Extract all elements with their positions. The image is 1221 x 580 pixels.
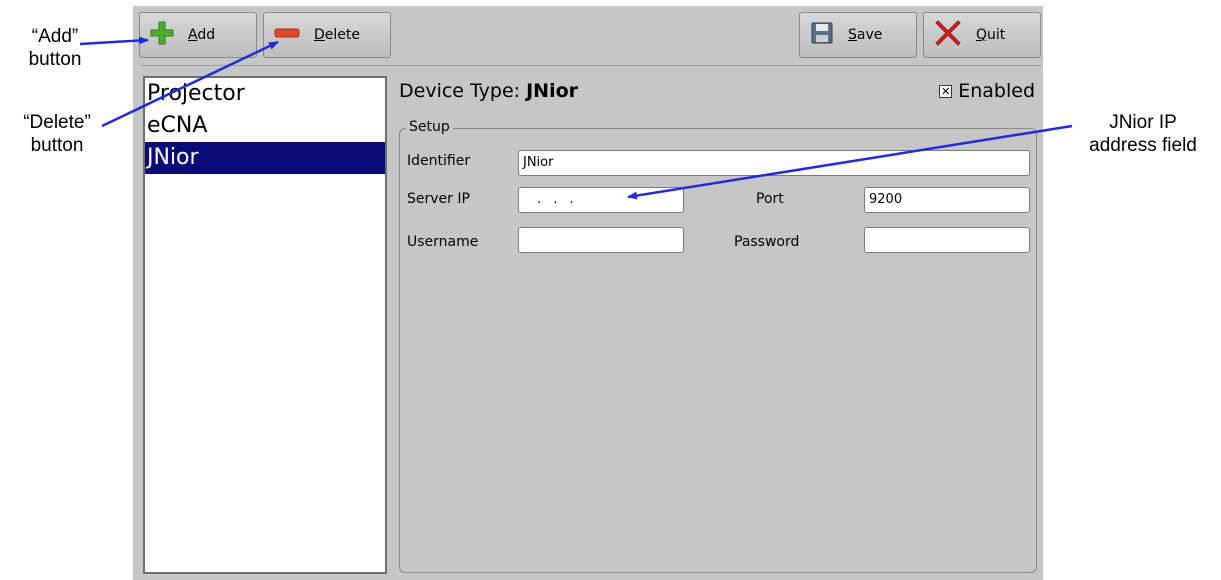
delete-callout: “Delete” button	[23, 112, 91, 156]
device-type: Device Type: JNior	[399, 80, 578, 102]
device-config-window: Add Delete Save Quit Projector eCNA JNio…	[133, 6, 1043, 580]
device-list[interactable]: Projector eCNA JNior	[143, 76, 387, 574]
device-item-ecna[interactable]: eCNA	[145, 110, 385, 142]
server-ip-field[interactable]: . . .	[518, 187, 684, 213]
add-button-label: Add	[188, 27, 216, 43]
port-label: Port	[756, 191, 784, 207]
identifier-label: Identifier	[407, 153, 471, 169]
server-ip-label: Server IP	[407, 191, 470, 207]
plus-icon	[150, 21, 174, 49]
delete-button-label: Delete	[314, 27, 360, 43]
device-details: Device Type: JNior ✕ Enabled Setup Ident…	[399, 76, 1043, 574]
identifier-field[interactable]: JNior	[518, 150, 1030, 176]
ip-callout: JNior IP address field	[1089, 112, 1197, 156]
username-label: Username	[407, 234, 479, 250]
username-field[interactable]	[518, 227, 684, 253]
password-label: Password	[734, 234, 800, 250]
device-type-value: JNior	[526, 80, 579, 102]
delete-button[interactable]: Delete	[263, 12, 391, 58]
quit-button-label: Quit	[976, 27, 1006, 43]
add-callout: “Add” button	[28, 26, 82, 70]
quit-button[interactable]: Quit	[923, 12, 1041, 58]
setup-group-title: Setup	[406, 119, 453, 135]
enabled-checkbox[interactable]: ✕ Enabled	[939, 80, 1035, 102]
port-field[interactable]: 9200	[864, 187, 1030, 213]
device-item-jnior[interactable]: JNior	[145, 142, 385, 174]
floppy-disk-icon	[810, 21, 834, 49]
setup-group: Setup Identifier JNior Server IP . . . P…	[399, 119, 1037, 573]
device-item-projector[interactable]: Projector	[145, 78, 385, 110]
checkbox-checked-icon: ✕	[939, 84, 953, 98]
enabled-label: Enabled	[958, 80, 1035, 102]
save-button[interactable]: Save	[799, 12, 917, 58]
device-type-label: Device Type:	[399, 80, 521, 102]
minus-icon	[274, 27, 300, 43]
add-button[interactable]: Add	[139, 12, 257, 58]
toolbar: Add Delete Save Quit	[133, 6, 1043, 62]
password-field[interactable]	[864, 227, 1030, 253]
save-button-label: Save	[848, 27, 883, 43]
red-x-icon	[934, 19, 962, 51]
server-ip-value: . . .	[537, 192, 578, 207]
toolbar-divider	[141, 65, 1041, 66]
